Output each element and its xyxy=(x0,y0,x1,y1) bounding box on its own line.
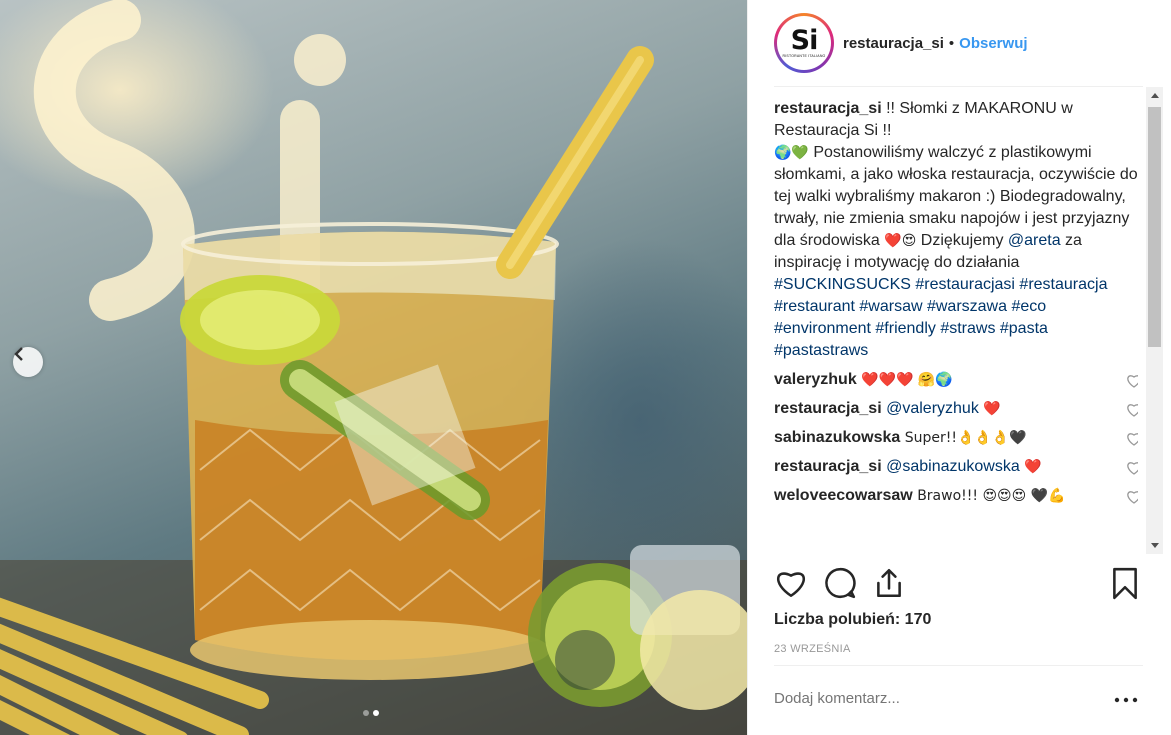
comment: valeryzhuk ❤️❤️❤️ 🤗🌍 xyxy=(774,369,1138,391)
avatar-logo-subtext: RISTORANTE ITALIANO xyxy=(782,54,826,58)
bookmark-icon[interactable] xyxy=(1108,566,1142,600)
comment-box-divider xyxy=(774,665,1143,666)
post-header: Si RISTORANTE ITALIANO restauracja_si • … xyxy=(748,0,1171,86)
comments-section[interactable]: restauracja_si !! Słomki z MAKARONU w Re… xyxy=(774,96,1138,554)
header-username[interactable]: restauracja_si xyxy=(843,35,944,52)
post-photo[interactable] xyxy=(0,0,747,735)
add-comment-input[interactable] xyxy=(774,690,1074,707)
avatar[interactable]: Si RISTORANTE ITALIANO xyxy=(774,13,834,73)
comment-like-icon[interactable] xyxy=(1126,489,1138,505)
comment-username[interactable]: sabinazukowska xyxy=(774,429,900,446)
follow-button[interactable]: Obserwuj xyxy=(959,35,1027,52)
caption-hashtag[interactable]: #SUCKINGSUCKS xyxy=(774,276,911,293)
carousel-dots xyxy=(363,710,379,716)
comment-bubble-icon[interactable] xyxy=(823,566,857,600)
comment-text: Super!!👌👌👌🖤 xyxy=(900,430,1027,446)
comment: restauracja_si @sabinazukowska ❤️ xyxy=(774,456,1138,478)
scroll-down-arrow-icon[interactable] xyxy=(1146,537,1163,554)
comment-username[interactable]: restauracja_si xyxy=(774,458,882,475)
instagram-post: Si RISTORANTE ITALIANO restauracja_si • … xyxy=(0,0,1171,735)
comment-like-icon[interactable] xyxy=(1126,402,1138,418)
caption-text: Dziękujemy xyxy=(916,232,1008,249)
comment-text: ❤️ xyxy=(1019,459,1042,475)
post-actions xyxy=(774,566,1144,606)
comment-text: Brawo!!! 😍😍😍 🖤💪 xyxy=(912,488,1066,504)
comment-username[interactable]: restauracja_si xyxy=(774,400,882,417)
comment-like-icon[interactable] xyxy=(1126,460,1138,476)
scroll-up-arrow-icon[interactable] xyxy=(1146,87,1163,104)
carousel-dot-active[interactable] xyxy=(373,710,379,716)
carousel-dot[interactable] xyxy=(363,710,369,716)
comment-list: valeryzhuk ❤️❤️❤️ 🤗🌍 restauracja_si @val… xyxy=(774,369,1138,507)
post-date[interactable]: 23 WRZEŚNIA xyxy=(774,643,851,655)
avatar-logo-text: Si xyxy=(790,25,819,56)
header-separator: • xyxy=(948,34,955,52)
chevron-left-icon xyxy=(14,347,23,361)
comment-username[interactable]: weloveecowarsaw xyxy=(774,487,913,504)
comment-username[interactable]: valeryzhuk xyxy=(774,371,857,388)
comment-text: ❤️ xyxy=(978,401,1001,417)
caption-mention[interactable]: @areta xyxy=(1008,232,1061,249)
avatar-logo: Si RISTORANTE ITALIANO xyxy=(777,16,831,70)
comment-mention[interactable]: @valeryzhuk xyxy=(886,400,979,417)
comment: weloveecowarsaw Brawo!!! 😍😍😍 🖤💪 xyxy=(774,485,1138,507)
comment-like-icon[interactable] xyxy=(1126,431,1138,447)
cocktail-illustration xyxy=(0,0,747,735)
caption-username[interactable]: restauracja_si xyxy=(774,100,882,117)
caption-emoji: 🌍💚 xyxy=(774,145,809,161)
caption-emoji: ❤️😍 xyxy=(884,233,917,249)
carousel-prev-button[interactable] xyxy=(13,347,43,377)
comments-scrollbar[interactable] xyxy=(1146,87,1163,554)
post-side-panel: Si RISTORANTE ITALIANO restauracja_si • … xyxy=(747,0,1171,735)
like-heart-icon[interactable] xyxy=(774,566,808,600)
post-caption: restauracja_si !! Słomki z MAKARONU w Re… xyxy=(774,96,1138,362)
scrollbar-thumb[interactable] xyxy=(1148,107,1161,347)
share-icon[interactable] xyxy=(872,566,906,600)
comment-text: ❤️❤️❤️ 🤗🌍 xyxy=(856,372,953,388)
more-options-icon[interactable] xyxy=(1114,694,1138,706)
comment: sabinazukowska Super!!👌👌👌🖤 xyxy=(774,427,1138,449)
header-divider xyxy=(774,86,1143,87)
likes-count[interactable]: Liczba polubień: 170 xyxy=(774,611,931,629)
comment-like-icon[interactable] xyxy=(1126,373,1138,389)
comment-mention[interactable]: @sabinazukowska xyxy=(886,458,1020,475)
comment: restauracja_si @valeryzhuk ❤️ xyxy=(774,398,1138,420)
